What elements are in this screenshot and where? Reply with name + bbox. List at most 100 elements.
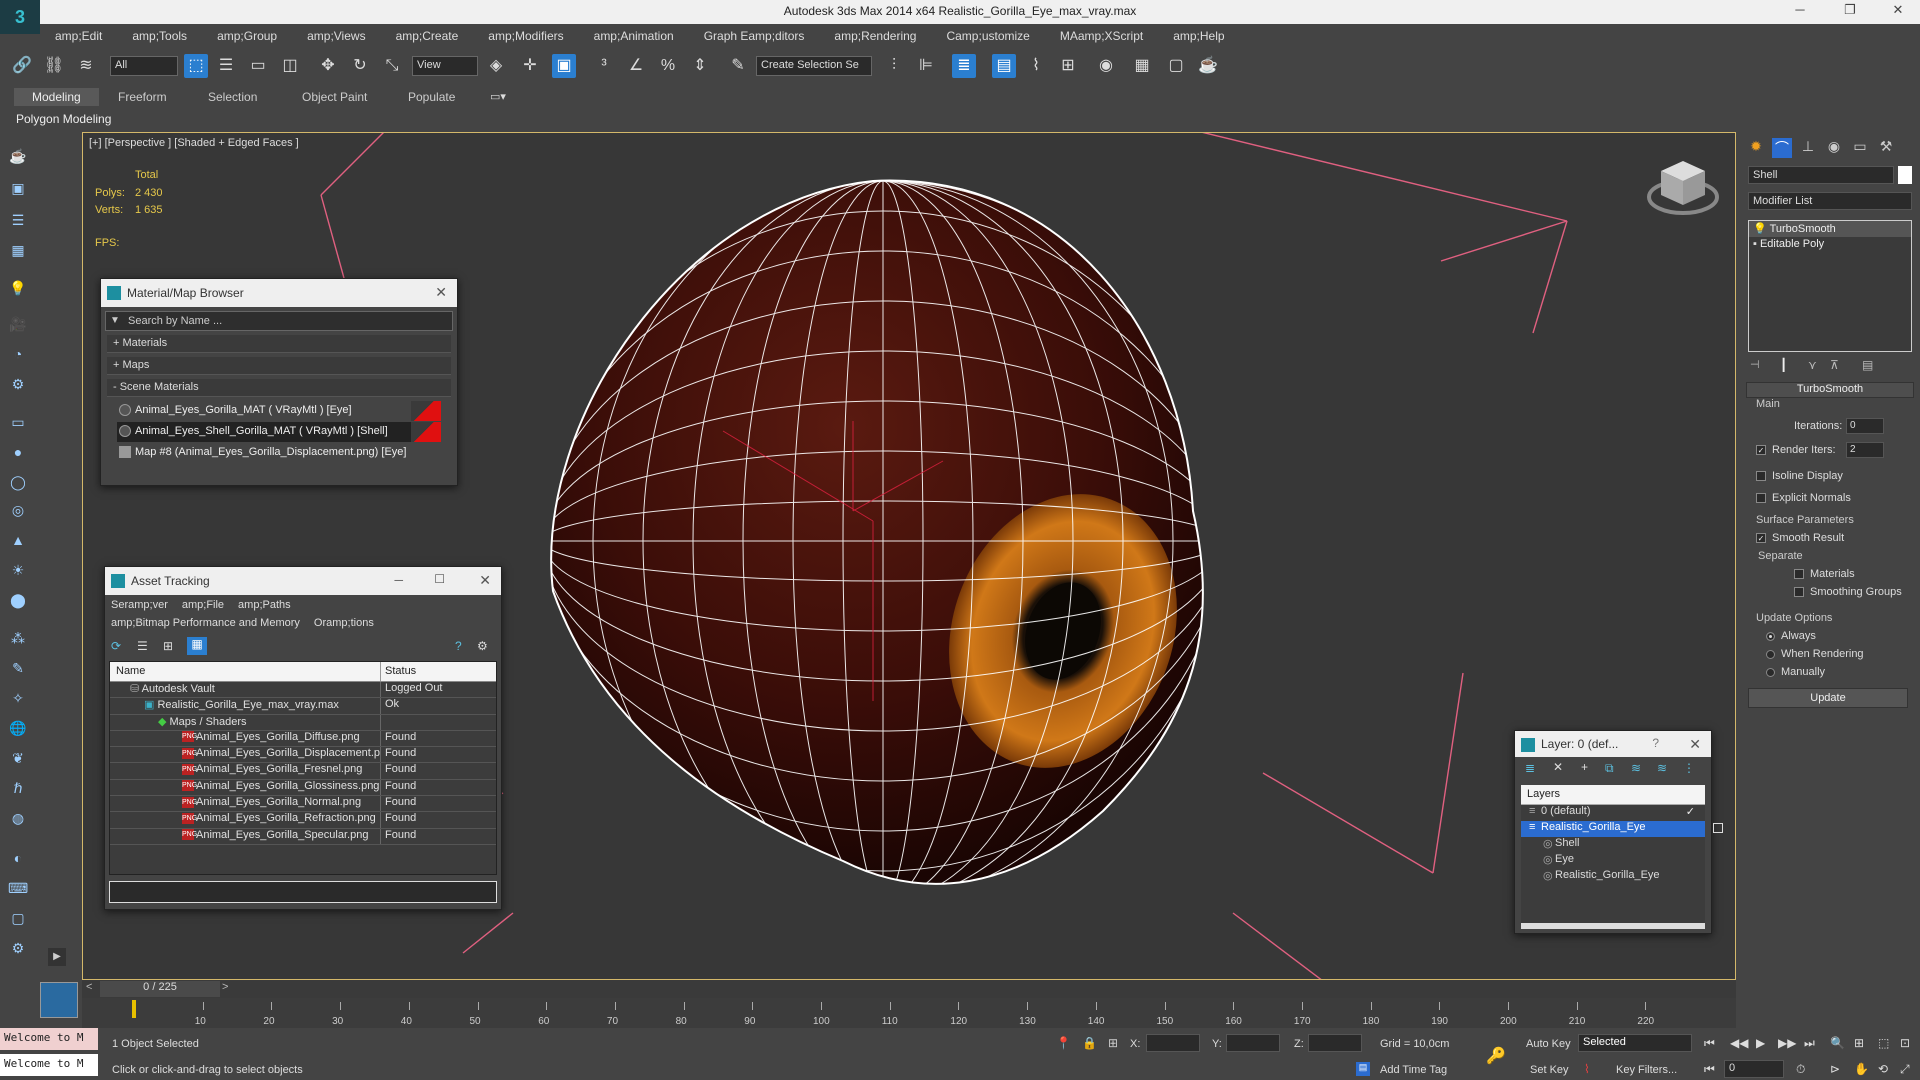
asset-path-field[interactable] bbox=[109, 881, 497, 903]
add-time-tag-button[interactable]: Add Time Tag bbox=[1380, 1064, 1447, 1076]
create-layer-icon[interactable]: ≣ bbox=[1525, 761, 1535, 775]
app-logo-button[interactable]: 3 bbox=[0, 0, 40, 34]
update-manually-radio[interactable]: Manually bbox=[1766, 666, 1825, 678]
render-iters-row[interactable]: ✓ Render Iters: bbox=[1756, 444, 1836, 456]
key-filter-icon[interactable]: ⌇ bbox=[1584, 1062, 1590, 1076]
set-key-mode-icon[interactable]: 🔑 bbox=[1486, 1046, 1506, 1066]
menu-tools[interactable]: amp;Tools bbox=[117, 29, 202, 43]
delete-layer-icon[interactable]: ✕ bbox=[1553, 760, 1563, 774]
display-tab-icon[interactable]: ▭ bbox=[1850, 138, 1870, 158]
explicit-normals-checkbox[interactable]: Explicit Normals bbox=[1756, 492, 1851, 504]
selection-filter-dropdown[interactable]: All bbox=[110, 56, 178, 76]
menu-help[interactable]: amp;Help bbox=[1158, 29, 1239, 43]
column-header-status[interactable]: Status bbox=[380, 662, 452, 681]
torus-icon[interactable]: ◎ bbox=[8, 502, 28, 522]
cone-icon[interactable]: ▲ bbox=[8, 532, 28, 552]
fov-icon[interactable]: ⊳ bbox=[1830, 1062, 1840, 1076]
tab-freeform[interactable]: Freeform bbox=[100, 88, 185, 106]
close-icon[interactable]: ✕ bbox=[479, 572, 491, 589]
iterations-spinner[interactable]: 0 bbox=[1846, 418, 1884, 434]
smooth-result-checkbox[interactable]: ✓ Smooth Result bbox=[1756, 532, 1844, 544]
select-manipulate-icon[interactable]: ✛ bbox=[518, 54, 542, 78]
freeze-all-icon[interactable]: ⋮ bbox=[1683, 761, 1695, 775]
hierarchy-tab-icon[interactable]: ⊥ bbox=[1798, 138, 1818, 158]
table-view-icon[interactable]: ▦ bbox=[187, 637, 207, 655]
table-row[interactable]: ◆ Maps / Shaders bbox=[110, 714, 496, 731]
time-slider-thumb[interactable]: 0 / 225 bbox=[100, 981, 220, 997]
particles-icon[interactable]: ⁂ bbox=[8, 630, 28, 650]
geosphere-icon[interactable]: ◯ bbox=[8, 474, 28, 494]
z-coordinate-field[interactable] bbox=[1308, 1034, 1362, 1052]
material-search-box[interactable]: ▼ Search by Name ... bbox=[105, 311, 453, 331]
create-tab-icon[interactable]: ✹ bbox=[1746, 138, 1766, 158]
menu-edit[interactable]: amp;Edit bbox=[40, 29, 117, 43]
hide-all-icon[interactable]: ≋ bbox=[1657, 761, 1667, 775]
dropdown-triangle-icon[interactable]: ▼ bbox=[110, 315, 120, 326]
menu-group[interactable]: amp;Group bbox=[202, 29, 292, 43]
shape-icon[interactable]: ◔ bbox=[8, 346, 28, 366]
turbosmooth-rollout-header[interactable]: TurboSmooth bbox=[1746, 382, 1914, 398]
snap-toggle-icon[interactable]: ³ bbox=[592, 54, 616, 78]
menu-maxscript[interactable]: MAamp;XScript bbox=[1045, 29, 1158, 43]
orbit-icon[interactable]: ⟲ bbox=[1878, 1062, 1888, 1076]
globe-icon[interactable]: 🌐 bbox=[8, 720, 28, 740]
menu-animation[interactable]: amp;Animation bbox=[579, 29, 689, 43]
asset-tracking-titlebar[interactable]: Asset Tracking ─ ☐ ✕ bbox=[105, 567, 501, 595]
update-always-radio[interactable]: Always bbox=[1766, 630, 1816, 642]
scene-explorer-icon[interactable]: ☰ bbox=[8, 212, 28, 232]
paint-icon[interactable]: ✎ bbox=[8, 660, 28, 680]
lock-icon[interactable]: 🔒 bbox=[1082, 1036, 1097, 1050]
scale-icon[interactable]: ⤡ bbox=[380, 54, 404, 78]
angle-snap-icon[interactable]: ∠ bbox=[624, 54, 648, 78]
table-row[interactable]: PNGAnimal_Eyes_Gorilla_Glossiness.png Fou… bbox=[110, 779, 496, 797]
edit-named-selection-icon[interactable]: ✎ bbox=[726, 54, 750, 78]
bulb-icon[interactable]: 💡 bbox=[1753, 223, 1767, 235]
section-materials[interactable]: + Materials bbox=[107, 335, 451, 353]
menu-views[interactable]: amp;Views bbox=[292, 29, 380, 43]
render-setup-icon[interactable]: ▦ bbox=[1130, 54, 1154, 78]
maxscript-icon[interactable]: ⌨ bbox=[8, 880, 28, 900]
settings-icon[interactable]: ⚙ bbox=[8, 940, 28, 960]
gorilla-eye-mesh[interactable] bbox=[543, 171, 1293, 931]
picture-icon[interactable]: ▣ bbox=[8, 180, 28, 200]
layers-header[interactable]: Layers bbox=[1521, 785, 1705, 805]
section-maps[interactable]: + Maps bbox=[107, 357, 451, 375]
table-row[interactable]: ▣ Realistic_Gorilla_Eye_max_vray.max Ok bbox=[110, 698, 496, 715]
zoom-all-icon[interactable]: ⊞ bbox=[1854, 1036, 1864, 1050]
list-view-icon[interactable]: ☰ bbox=[137, 639, 148, 653]
separate-smoothing-groups-checkbox[interactable]: Smoothing Groups bbox=[1794, 586, 1902, 598]
close-icon[interactable]: ✕ bbox=[435, 284, 447, 301]
separate-materials-checkbox[interactable]: Materials bbox=[1794, 568, 1855, 580]
maximize-button[interactable]: ❐ bbox=[1830, 2, 1870, 22]
current-layer-check-icon[interactable]: ✓ bbox=[1686, 805, 1695, 818]
percent-snap-icon[interactable]: % bbox=[656, 54, 680, 78]
object-color-swatch[interactable] bbox=[1898, 166, 1912, 184]
menu-customize[interactable]: Camp;ustomize bbox=[931, 29, 1044, 43]
set-current-box[interactable] bbox=[1713, 823, 1723, 833]
camera-icon[interactable]: 🎥 bbox=[8, 316, 28, 336]
menu-modifiers[interactable]: amp;Modifiers bbox=[473, 29, 578, 43]
refresh-icon[interactable]: ⟳ bbox=[111, 639, 121, 653]
helper-icon[interactable]: ⚙ bbox=[8, 376, 28, 396]
align-icon[interactable]: ⊫ bbox=[914, 54, 938, 78]
grid-icon[interactable]: ▦ bbox=[8, 242, 28, 262]
add-to-layer-icon[interactable]: + bbox=[1581, 760, 1588, 774]
key-filters-button[interactable]: Key Filters... bbox=[1616, 1064, 1677, 1076]
modifier-list-dropdown[interactable]: Modifier List bbox=[1748, 192, 1912, 210]
close-button[interactable]: ✕ bbox=[1878, 2, 1918, 22]
layer-row[interactable]: ≡ 0 (default) ✓ bbox=[1521, 805, 1705, 821]
previous-frame-icon[interactable]: ◀◀ bbox=[1730, 1036, 1748, 1050]
mirror-icon[interactable]: ⫶ bbox=[882, 54, 906, 78]
object-name-field[interactable]: Shell bbox=[1748, 166, 1894, 184]
sun-icon[interactable]: ☀ bbox=[8, 562, 28, 582]
key-filter-selection-dropdown[interactable]: Selected bbox=[1578, 1034, 1692, 1052]
maximize-viewport-icon[interactable]: ⤢ bbox=[1900, 1062, 1910, 1077]
layer-window-titlebar[interactable]: Layer: 0 (def... ? ✕ bbox=[1515, 731, 1711, 757]
pin-stack-icon[interactable]: ⊣ bbox=[1750, 358, 1760, 371]
utilities-tab-icon[interactable]: ⚒ bbox=[1876, 138, 1896, 158]
update-when-rendering-radio[interactable]: When Rendering bbox=[1766, 648, 1864, 660]
go-to-start-icon[interactable]: ⏮ bbox=[1704, 1036, 1715, 1051]
column-header-name[interactable]: Name bbox=[110, 662, 380, 681]
current-frame-field[interactable]: 0 bbox=[1724, 1060, 1784, 1078]
material-editor-icon[interactable]: ◉ bbox=[1094, 54, 1118, 78]
